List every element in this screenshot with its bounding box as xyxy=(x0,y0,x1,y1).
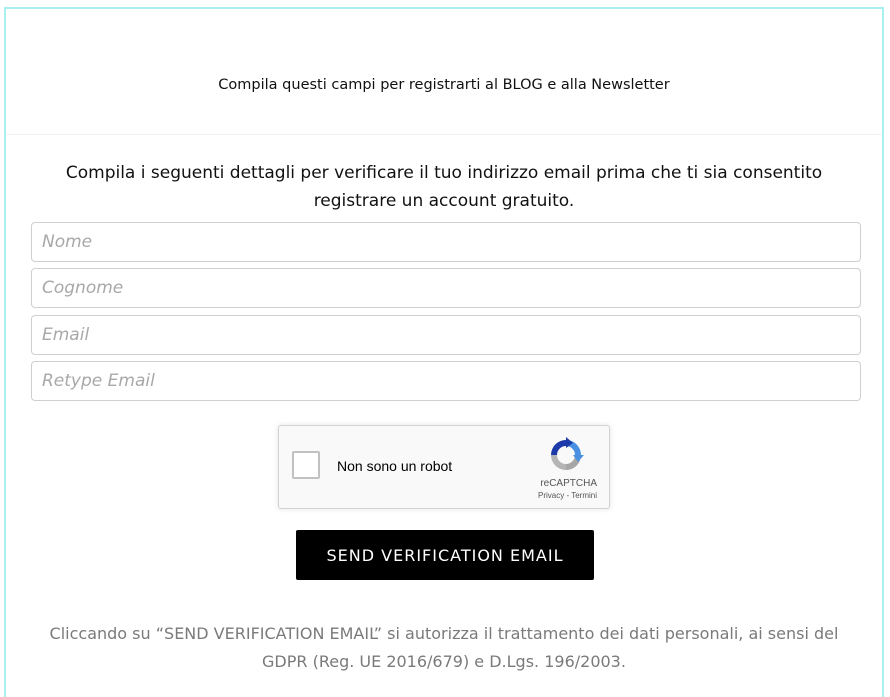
retype-email-input[interactable] xyxy=(31,361,861,401)
consent-text: Cliccando su “SEND VERIFICATION EMAIL” s… xyxy=(49,624,839,671)
recaptcha-label: Non sono un robot xyxy=(337,458,453,474)
recaptcha-privacy-link[interactable]: Privacy xyxy=(538,491,564,500)
registration-frame: Compila questi campi per registrarti al … xyxy=(4,7,884,697)
send-verification-email-button[interactable]: SEND VERIFICATION EMAIL xyxy=(296,530,594,580)
recaptcha-logo-icon xyxy=(551,437,584,470)
recaptcha-terms-link[interactable]: Termini xyxy=(571,491,597,500)
recaptcha-brand: reCAPTCHA xyxy=(540,478,597,489)
header-text: Compila questi campi per registrarti al … xyxy=(218,77,670,93)
recaptcha-links: Privacy - Termini xyxy=(538,491,597,500)
last-name-input[interactable] xyxy=(31,268,861,308)
intro-text: Compila i seguenti dettagli per verifica… xyxy=(65,163,823,211)
recaptcha-checkbox[interactable] xyxy=(292,451,320,479)
recaptcha-widget: Non sono un robot reCAPTCHA Privacy - Te… xyxy=(278,425,610,509)
page-header: Compila questi campi per registrarti al … xyxy=(6,9,882,135)
email-input[interactable] xyxy=(31,315,861,355)
first-name-input[interactable] xyxy=(31,222,861,262)
